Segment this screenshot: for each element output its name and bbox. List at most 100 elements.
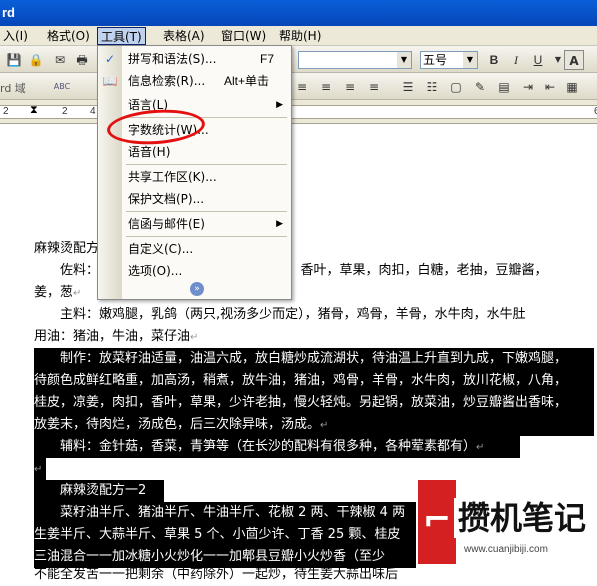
align-right-icon[interactable]: ≡: [340, 77, 360, 97]
menu-item-research[interactable]: 📖 信息检索(R)... Alt+单击: [98, 70, 291, 92]
chevron-down-icon[interactable]: ▼: [397, 52, 411, 68]
abc-icon[interactable]: ABC: [52, 77, 72, 97]
formatting-toolbar: rd 域 ABC ≡ ≡ ≡ ≡ ☰ ☷ ▢ ✎ ▤ ⇥ ⇤ ▦: [0, 73, 597, 100]
menu-item-shared-workspace[interactable]: 共享工作区(K)...: [98, 166, 291, 188]
paragraph-mark-icon: ↵: [476, 442, 485, 453]
menu-item-speech[interactable]: 语音(H): [98, 141, 291, 163]
menu-item-label: 拼写和语法(S)...: [128, 52, 217, 66]
chevron-down-icon[interactable]: ▼: [463, 52, 477, 68]
table-icon[interactable]: ▦: [562, 77, 582, 97]
line-text: 三油混合一一加冰糖小火炒化一一加郫县豆瓣小火炒香（至少: [34, 549, 386, 564]
menu-item-label: 信函与邮件(E): [128, 217, 205, 231]
italic-button[interactable]: I: [506, 50, 526, 70]
menu-item-label: 选项(O)...: [128, 264, 183, 278]
menu-help[interactable]: 帮助(H): [276, 27, 324, 45]
field-label[interactable]: rd 域: [0, 80, 26, 96]
border-icon[interactable]: ▢: [446, 77, 466, 97]
font-size-value: 五号: [423, 53, 448, 67]
font-color-button[interactable]: A: [564, 50, 584, 70]
line-text: 辅料：金针菇，香菜，青笋等（在长沙的配料有很多种，各种荤素都有）: [34, 439, 477, 454]
line-text: 主料：嫩鸡腿，乳鸽（两只,视汤多少而定），猪骨，鸡骨，羊骨，水牛肉，水牛肚: [34, 307, 526, 322]
line-text: 桂皮，凉姜，肉扣，香叶，草果，少许老抽，慢火轻炖。另起锅，放菜油，炒豆瓣酱出香味…: [34, 395, 568, 410]
research-icon: 📖: [102, 74, 118, 88]
watermark-logo-icon: ⌐: [418, 480, 456, 564]
paragraph-mark-icon: ↵: [320, 420, 329, 431]
paragraph-mark-icon: ↵: [73, 288, 82, 299]
bold-button[interactable]: B: [484, 50, 504, 70]
bullets-icon[interactable]: ☷: [422, 77, 442, 97]
ruler-number: 2: [62, 106, 68, 117]
menu-item-shortcut: F7: [260, 52, 275, 66]
line-text: 制作：放菜籽油适量，油温六成，放白糖炒成流湖状，待油温上升直到九成，下嫩鸡腿，: [34, 351, 568, 366]
doc-line-selected: ↵: [34, 458, 46, 480]
watermark: ⌐ 攒机笔记 www.cuanjibiji.com: [414, 480, 597, 564]
doc-line-selected: 生姜半斤、大蒜半斤、草果 5 个、小茴少许、丁香 25 颗、桂皮: [34, 524, 416, 546]
line-text: 生姜半斤、大蒜半斤、草果 5 个、小茴少许、丁香 25 颗、桂皮: [34, 527, 401, 542]
shading-icon[interactable]: ▤: [494, 77, 514, 97]
submenu-arrow-icon: ▶: [276, 219, 283, 229]
email-icon[interactable]: ✉: [50, 50, 70, 70]
outdent-icon[interactable]: ⇤: [540, 77, 560, 97]
menu-format[interactable]: 格式(O): [44, 27, 93, 45]
menu-item-protect-document[interactable]: 保护文档(P)...: [98, 188, 291, 210]
doc-line-selected: 放姜末，待肉烂，汤成色，后三次除异味，汤成。↵: [34, 414, 594, 436]
menu-item-label: 信息检索(R)...: [128, 74, 206, 88]
menu-item-customize[interactable]: 自定义(C)...: [98, 238, 291, 260]
menu-item-label: 保护文档(P)...: [128, 192, 205, 206]
permission-icon[interactable]: 🔒: [26, 50, 46, 70]
ruler[interactable]: 2 ⧗ 2 4 6: [0, 100, 597, 124]
line-text: 麻辣烫配方一2: [34, 483, 147, 498]
doc-line-selected: 待颜色成鲜红略重，加高汤，稍煮，放牛油，猪油，鸡骨，羊骨，水牛肉，放川花椒，八角…: [34, 370, 594, 392]
expand-menu-icon[interactable]: »: [190, 282, 204, 296]
spellcheck-icon: ✓: [104, 52, 116, 66]
doc-line-selected: 辅料：金针菇，香菜，青笋等（在长沙的配料有很多种，各种荤素都有）↵: [34, 436, 520, 458]
doc-line-selected: 麻辣烫配方一2: [34, 480, 164, 502]
menu-separator: [126, 211, 287, 212]
doc-line-selected: 制作：放菜籽油适量，油温六成，放白糖炒成流湖状，待油温上升直到九成，下嫩鸡腿，: [34, 348, 594, 370]
align-center-icon[interactable]: ≡: [316, 77, 336, 97]
doc-line: 主料：嫩鸡腿，乳鸽（两只,视汤多少而定），猪骨，鸡骨，羊骨，水牛肉，水牛肚: [34, 304, 594, 326]
menu-separator: [126, 236, 287, 237]
window-title: rd: [2, 5, 15, 20]
standard-toolbar: 💾 🔒 ✉ 🖶 ▼ 五号 ▼ B I U ▼ A: [0, 46, 597, 73]
font-size-combo[interactable]: 五号 ▼: [420, 51, 478, 69]
menu-separator: [126, 164, 287, 165]
title-bar: rd: [0, 0, 597, 26]
paragraph-mark-icon: ↵: [34, 464, 43, 475]
line-text: 菜籽油半斤、猪油半斤、牛油半斤、花椒 2 两、干辣椒 4 两: [34, 505, 406, 520]
underline-button[interactable]: U: [528, 50, 548, 70]
font-name-combo[interactable]: ▼: [298, 51, 412, 69]
justify-icon[interactable]: ≡: [364, 77, 384, 97]
paragraph-mark-icon: ↵: [190, 332, 199, 343]
menu-insert[interactable]: 入(I): [0, 27, 31, 45]
highlight-icon[interactable]: ✎: [470, 77, 490, 97]
line-text: 姜，葱: [34, 285, 74, 300]
line-text: 放姜末，待肉烂，汤成色，后三次除异味，汤成。: [34, 417, 321, 432]
align-left-icon[interactable]: ≡: [292, 77, 312, 97]
menu-item-letters-mailings[interactable]: 信函与邮件(E) ▶: [98, 213, 291, 235]
menu-item-language[interactable]: 语言(L) ▶: [98, 94, 291, 116]
ruler-number: 4: [90, 106, 96, 117]
numbering-icon[interactable]: ☰: [398, 77, 418, 97]
doc-line: 用油：猪油，牛油，菜仔油↵: [34, 326, 594, 348]
menu-item-options[interactable]: 选项(O)...: [98, 260, 291, 282]
tools-menu: ✓ 拼写和语法(S)... F7 📖 信息检索(R)... Alt+单击 语言(…: [97, 45, 292, 300]
doc-line: 不能全发苦一一把剩余（中药除外）一起炒，待生姜大蒜出味后: [34, 564, 594, 586]
menu-item-shortcut: Alt+单击: [224, 74, 270, 88]
ruler-number: 2: [3, 106, 9, 117]
menu-tools[interactable]: 工具(T): [97, 27, 146, 45]
print-icon[interactable]: 🖶: [72, 50, 92, 70]
indent-marker-icon[interactable]: ⧗: [30, 103, 38, 117]
indent-icon[interactable]: ⇥: [518, 77, 538, 97]
save-icon[interactable]: 💾: [4, 50, 24, 70]
menu-item-label: 共享工作区(K)...: [128, 170, 217, 184]
menu-item-spelling-grammar[interactable]: ✓ 拼写和语法(S)... F7: [98, 48, 291, 70]
doc-line-selected: 菜籽油半斤、猪油半斤、牛油半斤、花椒 2 两、干辣椒 4 两: [34, 502, 416, 524]
menu-bar: 入(I) 格式(O) 工具(T) 表格(A) 窗口(W) 帮助(H): [0, 26, 597, 46]
line-text: 用油：猪油，牛油，菜仔油: [34, 329, 191, 344]
watermark-brand: 攒机笔记: [454, 498, 597, 538]
menu-table[interactable]: 表格(A): [160, 27, 208, 45]
menu-item-label: 自定义(C)...: [128, 242, 194, 256]
menu-window[interactable]: 窗口(W): [218, 27, 269, 45]
line-text: 不能全发苦一一把剩余（中药除外）一起炒，待生姜大蒜出味后: [34, 567, 399, 582]
